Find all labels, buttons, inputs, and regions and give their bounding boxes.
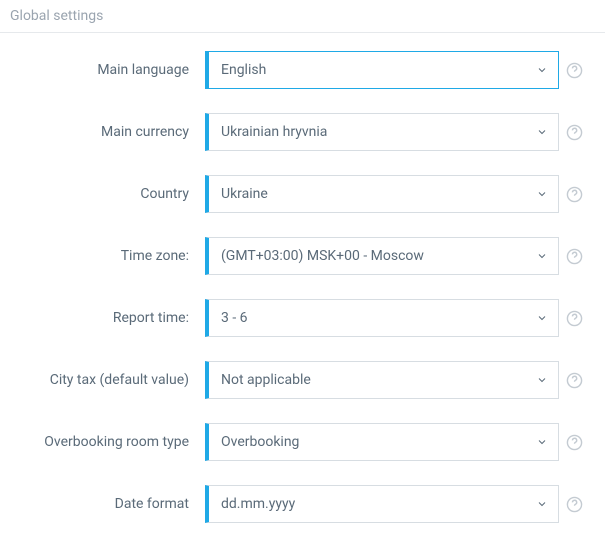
help-icon[interactable] — [559, 62, 589, 79]
help-icon[interactable] — [559, 434, 589, 451]
select-value: 3 - 6 — [221, 310, 248, 326]
control-overbooking: Overbooking — [205, 423, 559, 461]
help-icon[interactable] — [559, 186, 589, 203]
row-report-time: Report time: 3 - 6 — [10, 299, 589, 337]
chevron-down-icon — [536, 374, 548, 386]
label-main-currency: Main currency — [10, 124, 205, 140]
chevron-down-icon — [536, 312, 548, 324]
label-main-language: Main language — [10, 62, 205, 78]
control-time-zone: (GMT+03:00) MSK+00 - Moscow — [205, 237, 559, 275]
select-overbooking[interactable]: Overbooking — [205, 423, 559, 461]
help-icon[interactable] — [559, 310, 589, 327]
control-city-tax: Not applicable — [205, 361, 559, 399]
help-icon[interactable] — [559, 124, 589, 141]
select-country[interactable]: Ukraine — [205, 175, 559, 213]
select-date-format[interactable]: dd.mm.yyyy — [205, 485, 559, 523]
row-date-format: Date format dd.mm.yyyy — [10, 485, 589, 523]
select-time-zone[interactable]: (GMT+03:00) MSK+00 - Moscow — [205, 237, 559, 275]
row-main-currency: Main currency Ukrainian hryvnia — [10, 113, 589, 151]
label-date-format: Date format — [10, 496, 205, 512]
label-city-tax: City tax (default value) — [10, 372, 205, 388]
label-overbooking: Overbooking room type — [10, 434, 205, 450]
select-value: (GMT+03:00) MSK+00 - Moscow — [221, 248, 424, 264]
select-value: dd.mm.yyyy — [221, 496, 295, 512]
help-icon[interactable] — [559, 248, 589, 265]
control-date-format: dd.mm.yyyy — [205, 485, 559, 523]
help-icon[interactable] — [559, 372, 589, 389]
chevron-down-icon — [536, 64, 548, 76]
select-value: English — [221, 62, 266, 78]
control-country: Ukraine — [205, 175, 559, 213]
select-value: Ukrainian hryvnia — [221, 124, 327, 140]
row-city-tax: City tax (default value) Not applicable — [10, 361, 589, 399]
section-title: Global settings — [10, 8, 103, 24]
control-report-time: 3 - 6 — [205, 299, 559, 337]
section-header: Global settings — [0, 0, 605, 33]
select-value: Not applicable — [221, 372, 311, 388]
row-overbooking: Overbooking room type Overbooking — [10, 423, 589, 461]
select-city-tax[interactable]: Not applicable — [205, 361, 559, 399]
row-main-language: Main language English — [10, 51, 589, 89]
chevron-down-icon — [536, 126, 548, 138]
row-country: Country Ukraine — [10, 175, 589, 213]
chevron-down-icon — [536, 498, 548, 510]
select-main-currency[interactable]: Ukrainian hryvnia — [205, 113, 559, 151]
row-time-zone: Time zone: (GMT+03:00) MSK+00 - Moscow — [10, 237, 589, 275]
control-main-currency: Ukrainian hryvnia — [205, 113, 559, 151]
help-icon[interactable] — [559, 496, 589, 513]
label-time-zone: Time zone: — [10, 248, 205, 264]
select-value: Ukraine — [221, 186, 268, 202]
chevron-down-icon — [536, 188, 548, 200]
select-main-language[interactable]: English — [205, 51, 559, 89]
chevron-down-icon — [536, 250, 548, 262]
select-value: Overbooking — [221, 434, 299, 450]
control-main-language: English — [205, 51, 559, 89]
chevron-down-icon — [536, 436, 548, 448]
label-report-time: Report time: — [10, 310, 205, 326]
select-report-time[interactable]: 3 - 6 — [205, 299, 559, 337]
settings-form: Main language English Main currency Ukra… — [0, 33, 605, 557]
label-country: Country — [10, 186, 205, 202]
